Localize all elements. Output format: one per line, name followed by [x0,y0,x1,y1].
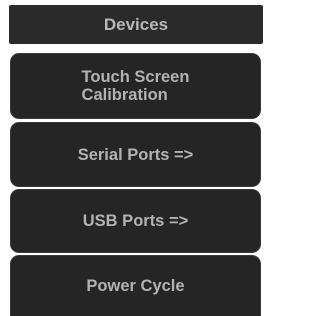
serial-ports-label: Serial Ports => [77,145,194,164]
touch-screen-calibration-button[interactable]: Touch Screen Calibration [10,53,261,119]
serial-ports-button[interactable]: Serial Ports => [10,122,261,187]
power-cycle-button[interactable]: Power Cycle [10,255,261,316]
touch-screen-calibration-label: Touch Screen Calibration [81,68,190,104]
page-title: Devices [9,5,263,44]
usb-ports-label: USB Ports => [82,212,189,230]
devices-panel: Devices Touch Screen Calibration Serial … [0,0,272,316]
power-cycle-label: Power Cycle [86,277,185,295]
usb-ports-button[interactable]: USB Ports => [10,189,261,253]
